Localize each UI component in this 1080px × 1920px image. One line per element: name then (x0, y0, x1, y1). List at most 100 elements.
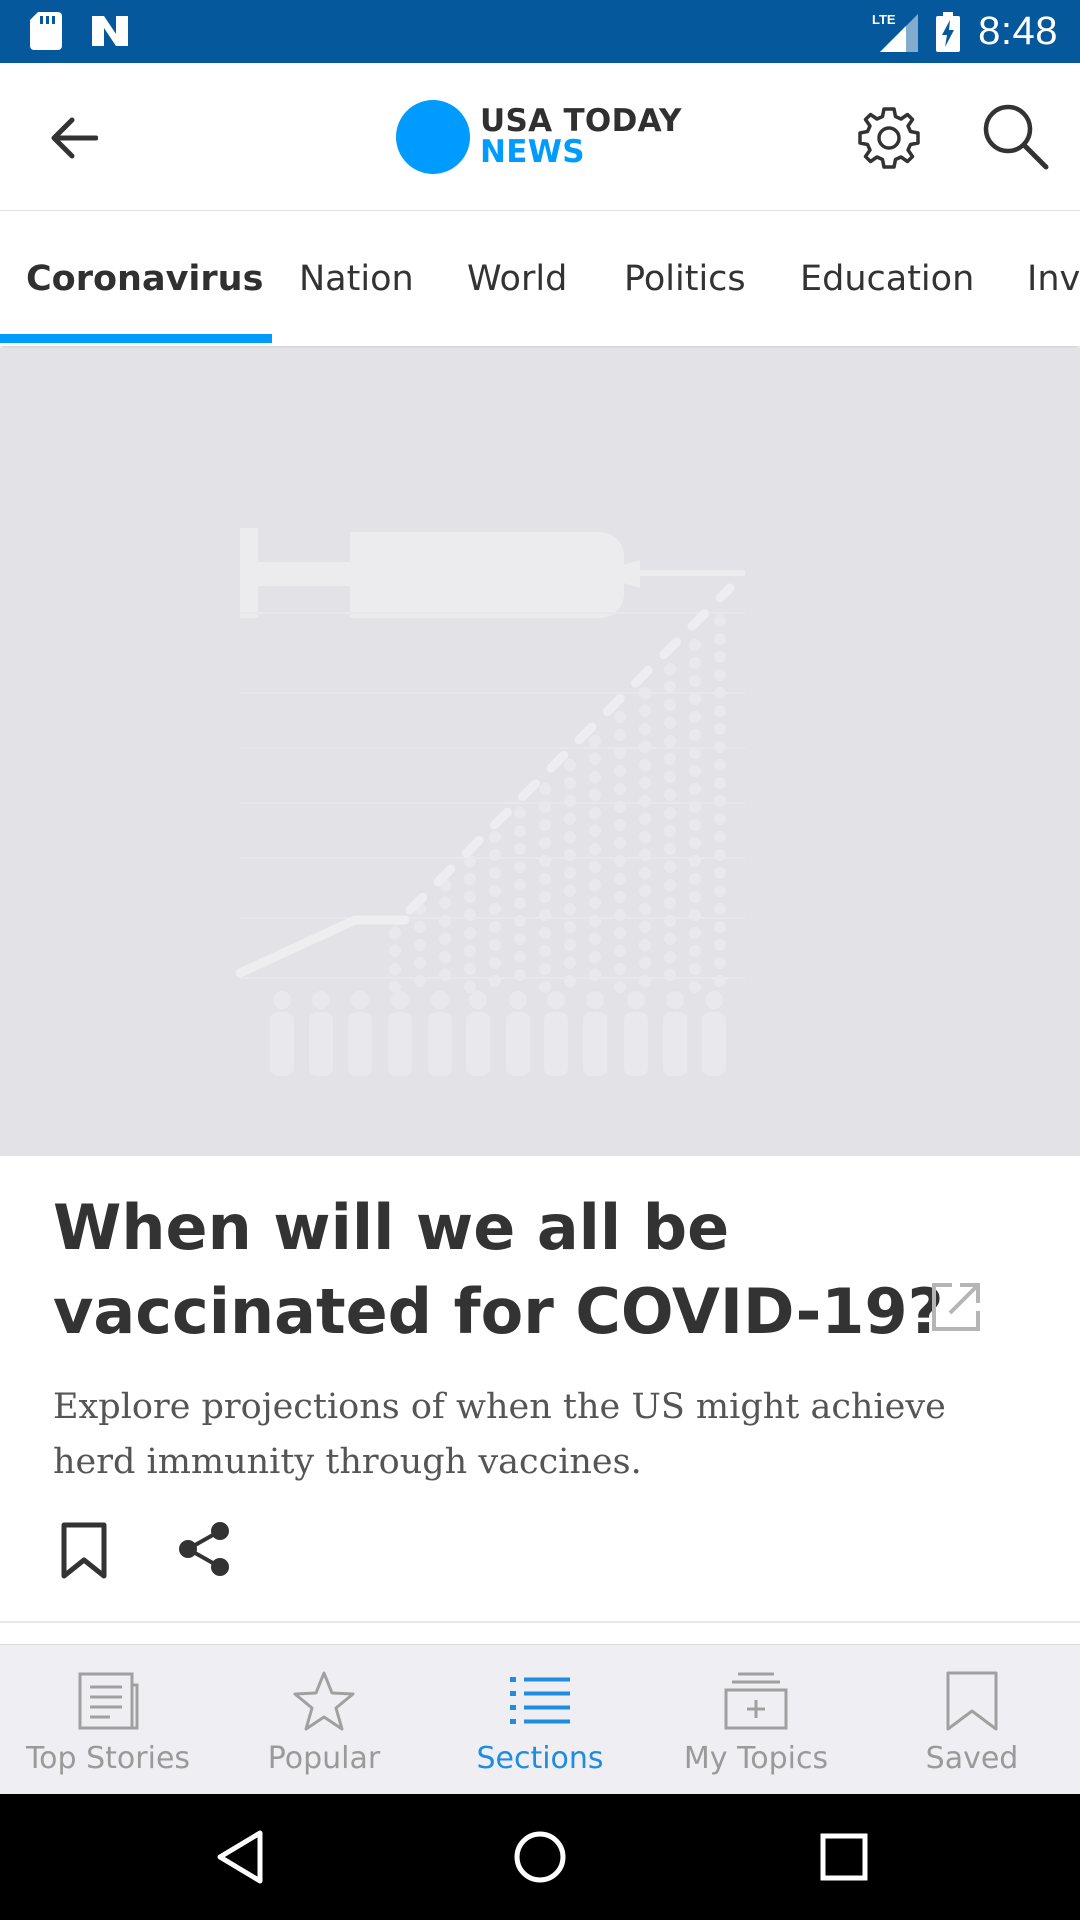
illustration-dot (714, 669, 726, 681)
tab-investigations[interactable]: Inv (1027, 211, 1080, 346)
illustration-dot (639, 939, 651, 951)
illustration-dot (689, 675, 701, 687)
person-silhouette (583, 991, 607, 1076)
illustration-dot (589, 951, 601, 963)
illustration-dot (389, 963, 401, 975)
illustration-dot (714, 831, 726, 843)
system-home-button[interactable] (510, 1827, 570, 1887)
person-silhouette (544, 991, 568, 1076)
newspaper-icon (78, 1672, 139, 1730)
illustration-dot (714, 705, 726, 717)
illustration-dot (564, 975, 576, 987)
search-button[interactable] (980, 101, 1050, 171)
logo-brand: USA TODAY (480, 103, 682, 139)
illustration-dot (614, 891, 626, 903)
tab-politics[interactable]: Politics (624, 211, 746, 346)
illustration-dot (614, 981, 626, 993)
illustration-dot (689, 819, 701, 831)
illustration-dot (689, 981, 701, 993)
external-link-icon (932, 1283, 980, 1331)
illustration-dot (664, 789, 676, 801)
nav-my-topics[interactable]: My Topics (648, 1645, 864, 1795)
tab-nation[interactable]: Nation (299, 211, 414, 346)
save-article-button[interactable] (60, 1522, 108, 1580)
illustration-dot (564, 759, 576, 771)
illustration-dot (489, 831, 501, 843)
tab-world[interactable]: World (467, 211, 567, 346)
illustration-dot (464, 963, 476, 975)
nav-label: Saved (925, 1741, 1019, 1776)
tab-coronavirus[interactable]: Coronavirus (26, 211, 263, 346)
illustration-dot (564, 885, 576, 897)
illustration-dot (489, 867, 501, 879)
article-card[interactable]: When will we all be vaccinated for COVID… (0, 1156, 1080, 1622)
illustration-dot (664, 969, 676, 981)
illustration-dot (714, 903, 726, 915)
illustration-dot (614, 873, 626, 885)
back-button[interactable] (44, 108, 104, 168)
illustration-dot (664, 753, 676, 765)
nav-popular[interactable]: Popular (216, 1645, 432, 1795)
tab-education[interactable]: Education (800, 211, 974, 346)
illustration-dot (464, 873, 476, 885)
nav-top-stories[interactable]: Top Stories (0, 1645, 216, 1795)
illustration-dot (564, 813, 576, 825)
bookmark-icon (61, 1522, 107, 1579)
person-silhouette (428, 991, 452, 1076)
illustration-dot (664, 825, 676, 837)
illustration-dot (539, 873, 551, 885)
logo-circle (396, 100, 470, 174)
card-divider (0, 1621, 1080, 1623)
illustration-dot (639, 759, 651, 771)
illustration-dot (614, 927, 626, 939)
illustration-dot (639, 741, 651, 753)
illustration-dot (664, 717, 676, 729)
illustration-dot (464, 945, 476, 957)
nav-label: My Topics (683, 1741, 829, 1776)
hero-image[interactable] (0, 348, 1080, 1156)
illustration-dot (639, 705, 651, 717)
illustration-dot (539, 927, 551, 939)
illustration-dot (714, 777, 726, 789)
illustration-dot (614, 729, 626, 741)
illustration-dot (639, 813, 651, 825)
nav-saved[interactable]: Saved (864, 1645, 1080, 1795)
person-silhouette (702, 991, 726, 1076)
illustration-dot (539, 963, 551, 975)
illustration-dot (689, 927, 701, 939)
person-silhouette (506, 991, 530, 1076)
illustration-dot (564, 831, 576, 843)
circle-home-icon (514, 1831, 566, 1883)
person-silhouette (624, 991, 648, 1076)
nav-sections[interactable]: Sections (432, 1645, 648, 1795)
illustration-dot (614, 945, 626, 957)
share-button[interactable] (176, 1520, 234, 1578)
system-recents-button[interactable] (814, 1827, 874, 1887)
illustration-dot (489, 957, 501, 969)
clock: 8:48 (978, 9, 1058, 53)
illustration-dot (614, 765, 626, 777)
triangle-back-icon (217, 1830, 263, 1884)
news-notification-icon (92, 16, 128, 46)
illustration-dot (614, 837, 626, 849)
square-recents-icon (820, 1833, 868, 1881)
illustration-dot (539, 819, 551, 831)
system-navigation-bar (0, 1794, 1080, 1920)
star-icon (293, 1671, 355, 1731)
system-back-button[interactable] (212, 1827, 272, 1887)
illustration-dot (714, 849, 726, 861)
illustration-dot (489, 849, 501, 861)
person-silhouette (663, 991, 687, 1076)
battery-charging-icon (936, 11, 961, 52)
article-headline[interactable]: When will we all be vaccinated for COVID… (53, 1186, 973, 1354)
illustration-dot (714, 687, 726, 699)
illustration-dot (664, 771, 676, 783)
illustration-dot (614, 819, 626, 831)
settings-button[interactable] (854, 103, 924, 173)
illustration-dot (714, 633, 726, 645)
external-link-button[interactable] (930, 1281, 982, 1333)
illustration-dot (689, 801, 701, 813)
illustration-dot (639, 903, 651, 915)
illustration-dot (439, 933, 451, 945)
illustration-dot (614, 747, 626, 759)
